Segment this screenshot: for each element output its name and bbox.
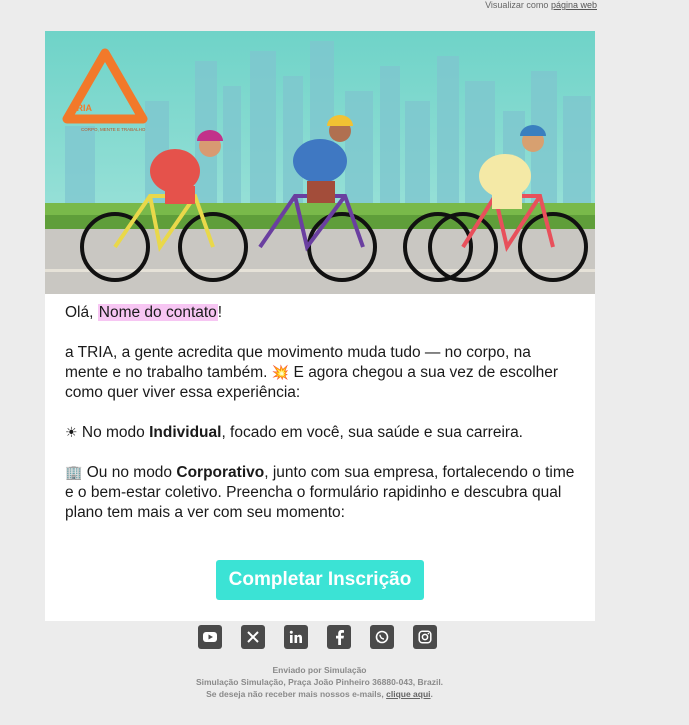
individual-bold: Individual	[149, 424, 222, 441]
view-as-label: Visualizar como	[485, 0, 549, 10]
x-icon[interactable]	[241, 625, 265, 649]
corporate-text-a: Ou no modo	[86, 464, 173, 481]
email-footer: Enviado por Simulação Simulação Simulaçã…	[0, 664, 639, 700]
whatsapp-icon[interactable]	[370, 625, 394, 649]
hero-banner: TRIA CORPO, MENTE E TRABALHO	[45, 31, 595, 294]
complete-registration-button[interactable]: Completar Inscrição	[216, 560, 424, 600]
footer-unsubscribe: Se deseja não receber mais nossos e-mail…	[0, 688, 639, 700]
web-page-link[interactable]: página web	[551, 0, 597, 10]
individual-text-b: , focado em você, sua saúde e sua carrei…	[221, 424, 523, 441]
unsubscribe-period: .	[430, 689, 433, 699]
facebook-icon[interactable]	[327, 625, 351, 649]
corporate-paragraph: 🏢 Ou no modo Corporativo, junto com sua …	[65, 463, 575, 523]
contact-name: Nome do contato	[97, 304, 218, 321]
footer-sent-by: Enviado por Simulação	[272, 665, 367, 675]
individual-paragraph: ☀ No modo Individual, focado em você, su…	[65, 423, 575, 443]
brand-tagline: CORPO, MENTE E TRABALHO	[81, 127, 146, 132]
youtube-icon[interactable]	[198, 625, 222, 649]
cyclists-illustration	[45, 31, 595, 294]
unsubscribe-link[interactable]: clique aqui	[386, 689, 430, 699]
office-building-icon: 🏢	[65, 465, 83, 481]
instagram-icon[interactable]	[413, 625, 437, 649]
unsubscribe-text: Se deseja não receber mais nossos e-mail…	[206, 689, 384, 699]
linkedin-icon[interactable]	[284, 625, 308, 649]
footer-address: Simulação Simulação, Praça João Pinheiro…	[195, 677, 444, 687]
view-as-webpage: Visualizar como página web	[485, 0, 597, 10]
brand-name: TRIA	[71, 103, 92, 113]
intro-paragraph: a TRIA, a gente acredita que movimento m…	[65, 343, 575, 403]
individual-text-a: No modo	[81, 424, 145, 441]
social-links	[198, 625, 437, 649]
email-body: Olá, Nome do contato! a TRIA, a gente ac…	[65, 303, 575, 543]
greeting: Olá, Nome do contato!	[65, 303, 575, 323]
sun-icon: ☀	[65, 425, 78, 441]
greeting-bang: !	[217, 304, 223, 321]
corporate-bold: Corporativo	[176, 464, 265, 481]
greeting-hello: Olá,	[65, 304, 94, 321]
collision-icon: 💥	[271, 365, 290, 381]
